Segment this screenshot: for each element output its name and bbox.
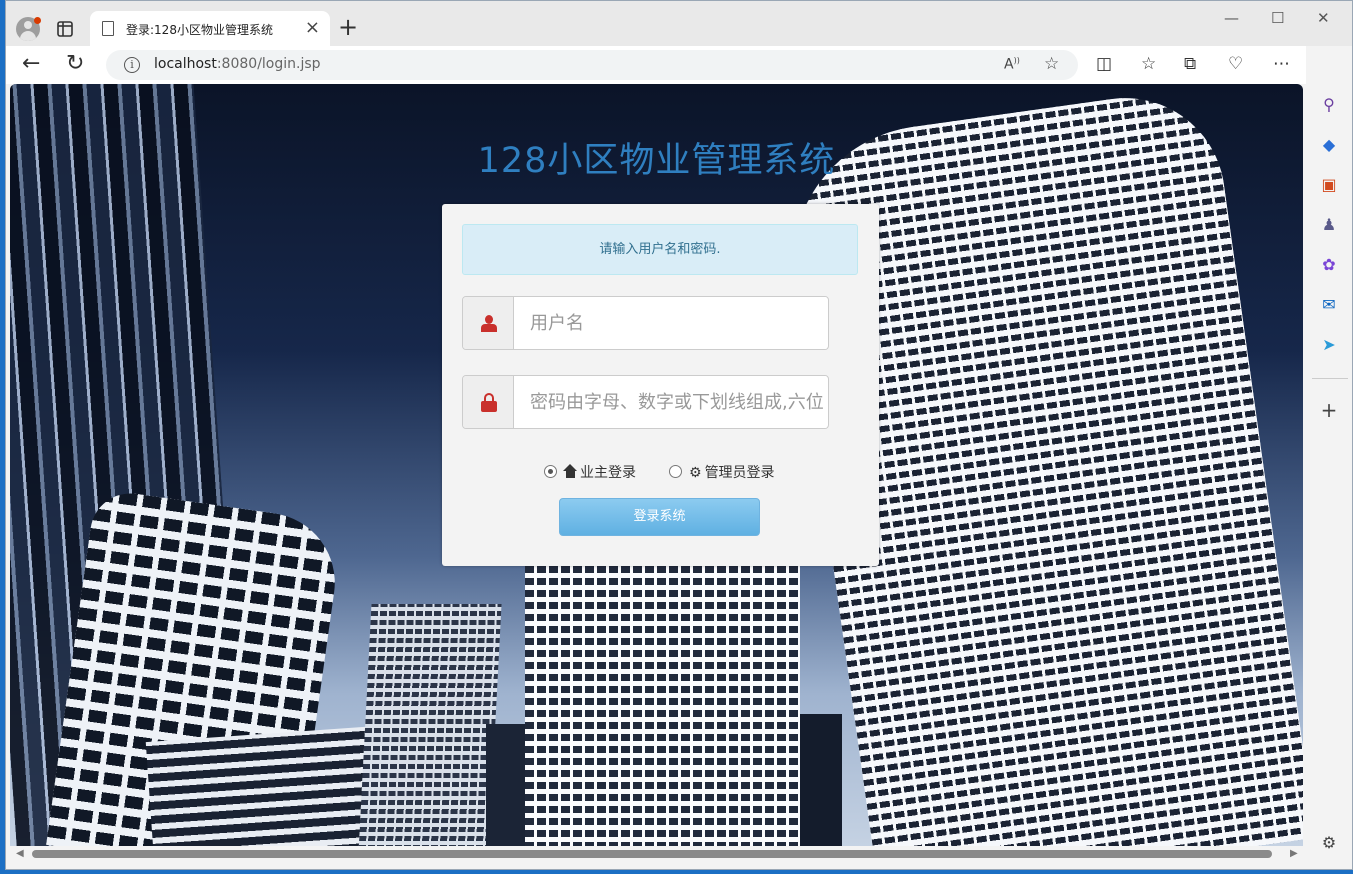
read-aloud-icon[interactable]: A)) <box>1004 56 1020 73</box>
address-bar[interactable]: i localhost:8080/login.jsp A)) ☆ <box>106 50 1078 80</box>
notification-dot <box>34 17 41 24</box>
toolbar: ← ↻ i localhost:8080/login.jsp A)) ☆ ◫ ☆… <box>6 46 1352 84</box>
page-viewport: 128小区物业管理系统 请输入用户名和密码. 业主登录 ⚙管理员登录 登录系统 <box>10 84 1303 846</box>
outlook-icon[interactable]: ✉ <box>1318 294 1340 316</box>
more-menu-icon[interactable]: ⋯ <box>1273 54 1290 74</box>
scroll-left-icon[interactable]: ◀ <box>16 848 24 859</box>
home-icon <box>563 464 578 478</box>
favorite-star-icon[interactable]: ☆ <box>1044 54 1059 74</box>
scrollbar-thumb[interactable] <box>32 850 1272 858</box>
drop-icon[interactable]: ➤ <box>1318 334 1340 356</box>
tools-icon[interactable]: ▣ <box>1318 174 1340 196</box>
password-input[interactable] <box>515 376 827 428</box>
favorites-icon[interactable]: ☆ <box>1141 54 1156 74</box>
tab-title: 登录:128小区物业管理系统 <box>126 23 273 37</box>
close-tab-icon[interactable]: × <box>305 17 320 38</box>
username-addon <box>463 297 514 349</box>
horizontal-scrollbar[interactable]: ◀ ▶ <box>10 846 1303 862</box>
sidebar-divider <box>1312 378 1348 379</box>
password-group <box>462 375 829 429</box>
new-tab-icon[interactable]: + <box>338 15 358 39</box>
microsoft365-icon[interactable]: ✿ <box>1318 254 1340 276</box>
password-addon <box>463 376 514 428</box>
admin-radio-label[interactable]: ⚙ 管理员登录 <box>689 462 775 482</box>
back-icon[interactable]: ← <box>22 52 40 76</box>
background-building <box>525 554 800 846</box>
role-radio-group: 业主登录 ⚙ 管理员登录 <box>442 462 879 484</box>
url-text[interactable]: localhost:8080/login.jsp <box>154 56 321 72</box>
edge-sidebar: ⚲ ◆ ▣ ♟ ✿ ✉ ➤ + ⚙ <box>1306 46 1352 869</box>
close-window-icon[interactable]: ✕ <box>1317 9 1330 27</box>
user-icon <box>480 315 498 333</box>
split-screen-icon[interactable]: ◫ <box>1096 54 1112 74</box>
admin-radio[interactable] <box>669 465 682 478</box>
collections-icon[interactable]: ⧉ <box>1184 54 1196 74</box>
tab-strip: 登录:128小区物业管理系统 × + — ☐ ✕ <box>6 1 1352 47</box>
info-icon[interactable]: i <box>124 57 140 73</box>
page-title: 128小区物业管理系统 <box>477 141 836 181</box>
tab-login[interactable]: 登录:128小区物业管理系统 × <box>90 11 330 47</box>
background-building <box>145 726 385 846</box>
minimize-icon[interactable]: — <box>1224 9 1239 27</box>
performance-icon[interactable]: ♡ <box>1228 54 1243 74</box>
lock-icon <box>480 393 498 413</box>
owner-radio-label[interactable]: 业主登录 <box>563 462 636 482</box>
tab-actions-icon[interactable] <box>56 20 74 38</box>
shopping-tag-icon[interactable]: ◆ <box>1318 134 1340 156</box>
maximize-icon[interactable]: ☐ <box>1271 9 1284 27</box>
username-input[interactable] <box>515 297 827 349</box>
refresh-icon[interactable]: ↻ <box>66 52 84 76</box>
info-alert: 请输入用户名和密码. <box>462 224 858 275</box>
cog-icon: ⚙ <box>689 465 702 481</box>
username-group <box>462 296 829 350</box>
owner-radio[interactable] <box>544 465 557 478</box>
search-icon[interactable]: ⚲ <box>1318 94 1340 116</box>
games-icon[interactable]: ♟ <box>1318 214 1340 236</box>
add-icon[interactable]: + <box>1318 399 1340 421</box>
browser-window: 登录:128小区物业管理系统 × + — ☐ ✕ ← ↻ i localhost… <box>5 0 1353 870</box>
scroll-right-icon[interactable]: ▶ <box>1290 848 1298 859</box>
page-icon <box>102 21 114 36</box>
background-building <box>358 604 502 846</box>
settings-gear-icon[interactable]: ⚙ <box>1318 832 1340 854</box>
login-panel: 请输入用户名和密码. 业主登录 ⚙管理员登录 登录系统 <box>442 204 879 566</box>
login-submit-button[interactable]: 登录系统 <box>559 498 760 536</box>
